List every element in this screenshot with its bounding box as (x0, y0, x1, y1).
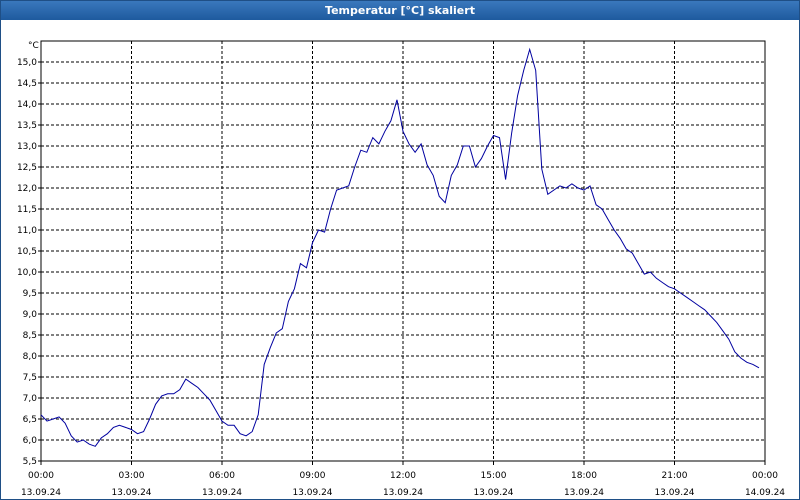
y-tick-label: 8,0 (23, 352, 38, 362)
y-tick-label: 12,0 (17, 184, 37, 194)
y-tick-label: 7,5 (23, 373, 37, 383)
y-tick-label: 9,0 (23, 310, 38, 320)
y-tick-label: 8,5 (23, 331, 37, 341)
x-tick-time-label: 00:00 (752, 471, 778, 481)
y-tick-label: 5,5 (23, 457, 37, 467)
y-tick-label: 6,5 (23, 415, 37, 425)
x-tick-date-label: 13.09.24 (654, 488, 694, 498)
y-tick-label: 11,5 (17, 205, 37, 215)
y-tick-label: 7,0 (23, 394, 38, 404)
y-tick-label: 12,5 (17, 163, 37, 173)
x-tick-date-label: 13.09.24 (292, 488, 332, 498)
x-tick-date-label: 13.09.24 (111, 488, 151, 498)
x-tick-time-label: 09:00 (300, 471, 326, 481)
x-tick-time-label: 12:00 (390, 471, 416, 481)
x-tick-date-label: 13.09.24 (21, 488, 61, 498)
x-tick-date-label: 13.09.24 (564, 488, 604, 498)
y-tick-label: 6,0 (23, 436, 38, 446)
y-tick-label: 13,5 (17, 121, 37, 131)
y-tick-label: 14,0 (17, 100, 37, 110)
y-tick-label: 14,5 (17, 79, 37, 89)
x-tick-date-label: 13.09.24 (383, 488, 423, 498)
x-tick-time-label: 06:00 (209, 471, 235, 481)
y-tick-label: 11,0 (17, 226, 37, 236)
y-tick-label: 15,0 (17, 58, 37, 68)
x-tick-date-label: 13.09.24 (473, 488, 513, 498)
x-tick-date-label: 14.09.24 (745, 488, 785, 498)
y-axis-unit-label: °C (28, 41, 39, 51)
x-tick-time-label: 03:00 (119, 471, 145, 481)
y-tick-label: 13,0 (17, 142, 37, 152)
x-tick-date-label: 13.09.24 (202, 488, 242, 498)
temperature-chart: 5,5 6,0 6,5 7,0 7,5 8,0 8,5 9,0 9,5 10,0 10,5 11,0 1… (17, 40, 785, 498)
x-tick-time-label: 21:00 (662, 471, 688, 481)
window-title: Temperatur [°C] skaliert (1, 1, 799, 20)
y-axis-ticks: 5,5 6,0 6,5 7,0 7,5 8,0 8,5 9,0 9,5 10,0 10,5 11,0 1… (17, 58, 41, 467)
chart-window: Temperatur [°C] skaliert 5,5 6,0 6,5 7,0 7,5… (0, 0, 800, 500)
x-tick-time-label: 00:00 (28, 471, 54, 481)
y-tick-label: 10,0 (17, 268, 37, 278)
y-tick-label: 9,5 (23, 289, 37, 299)
y-tick-label: 10,5 (17, 247, 37, 257)
x-tick-time-label: 15:00 (481, 471, 507, 481)
x-axis-ticks: 00:00 13.09.24 03:00 13.09.24 06:00 13.09.24 0… (21, 461, 785, 498)
x-tick-time-label: 18:00 (571, 471, 597, 481)
